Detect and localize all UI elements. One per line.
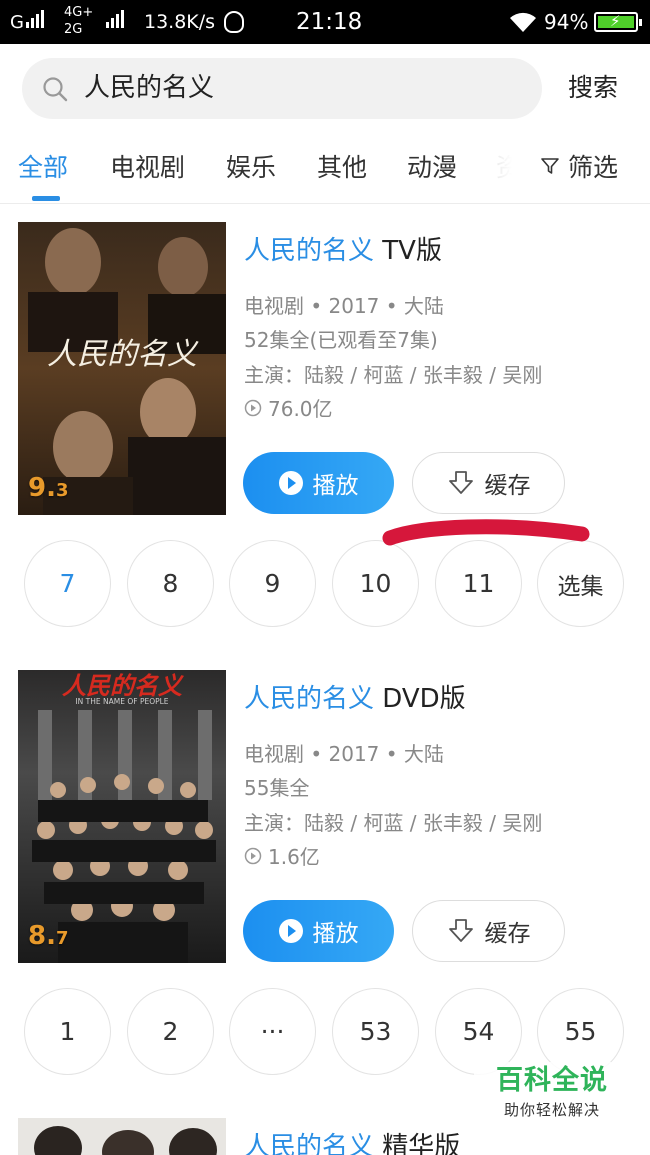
play-icon xyxy=(278,919,303,943)
cast-list: 主演：陆毅 / 柯蓝 / 张丰毅 / 吴刚 xyxy=(244,811,543,835)
poster-title: 人民的名义 xyxy=(62,671,184,700)
select-episode-button[interactable]: 选集 xyxy=(537,540,624,627)
play-button[interactable]: 播放 xyxy=(243,900,394,962)
tab-fade xyxy=(470,132,530,202)
tab-active-indicator xyxy=(32,196,60,201)
view-count: 1.6亿 xyxy=(244,841,320,870)
filter-label: 筛选 xyxy=(568,153,619,182)
status-bar: G 4G+ 2G 13.8K/s 21:18 94% ⚡ xyxy=(0,0,650,44)
signal-icon-2 xyxy=(106,8,124,28)
episode-info: 52集全(已观看至7集) xyxy=(244,328,438,352)
genre-year-region: 电视剧 • 2017 • 大陆 xyxy=(244,294,444,318)
search-bar: 搜索 xyxy=(0,44,650,132)
battery-percent: 94% xyxy=(544,10,589,34)
search-icon xyxy=(43,77,68,102)
episode-button[interactable]: 1 xyxy=(24,988,111,1075)
poster-art: 人民的名义 xyxy=(18,222,226,515)
play-button[interactable]: 播放 xyxy=(243,452,394,514)
category-tabs: 全部 电视剧 娱乐 其他 动漫 资 筛选 xyxy=(0,132,650,204)
play-count-icon xyxy=(244,399,262,416)
search-input[interactable] xyxy=(84,58,524,119)
search-button[interactable]: 搜索 xyxy=(568,68,618,104)
filter-button[interactable]: 筛选 xyxy=(540,148,618,184)
poster-art xyxy=(18,1118,226,1155)
poster-art: 人民的名义 IN THE NAME OF PEOPLE xyxy=(18,670,226,963)
poster-image[interactable]: 人民的名义 IN THE NAME OF PEOPLE 8.7 xyxy=(18,670,226,963)
qq-icon xyxy=(224,11,244,33)
wifi-icon xyxy=(510,12,536,32)
result-title[interactable]: 人民的名义 精华版 xyxy=(244,1126,460,1155)
tab-other[interactable]: 其他 xyxy=(317,148,367,184)
download-icon xyxy=(448,471,473,494)
episode-button[interactable]: 7 xyxy=(24,540,111,627)
tab-all[interactable]: 全部 xyxy=(18,148,68,184)
cast-list: 主演：陆毅 / 柯蓝 / 张丰毅 / 吴刚 xyxy=(244,363,543,387)
play-count-icon xyxy=(244,847,262,864)
signal-icon xyxy=(26,8,44,28)
episode-button[interactable]: 11 xyxy=(435,540,522,627)
network-type-1: G xyxy=(10,12,24,33)
red-annotation-stroke xyxy=(382,519,590,546)
poster-image[interactable] xyxy=(18,1118,226,1155)
watermark-logo: 百科全说 助你轻松解决 xyxy=(474,1062,630,1130)
episode-button[interactable]: 10 xyxy=(332,540,419,627)
result-title[interactable]: 人民的名义 TV版 xyxy=(244,230,442,267)
clock: 21:18 xyxy=(296,9,363,35)
episode-info: 55集全 xyxy=(244,776,310,800)
filter-icon xyxy=(541,158,559,174)
episode-button[interactable]: 53 xyxy=(332,988,419,1075)
poster-title: 人民的名义 xyxy=(47,337,199,372)
play-icon xyxy=(278,471,303,495)
result-title[interactable]: 人民的名义 DVD版 xyxy=(244,678,466,715)
view-count: 76.0亿 xyxy=(244,393,333,422)
cache-button[interactable]: 缓存 xyxy=(412,452,565,514)
poster-subtitle: IN THE NAME OF PEOPLE xyxy=(75,697,168,706)
episode-list: 7 8 9 10 11 选集 xyxy=(24,540,628,628)
tab-entertainment[interactable]: 娱乐 xyxy=(226,148,276,184)
genre-year-region: 电视剧 • 2017 • 大陆 xyxy=(244,742,444,766)
rating: 9.3 xyxy=(28,473,69,503)
episode-button[interactable]: 2 xyxy=(127,988,214,1075)
watermark-brand: 百科全说 xyxy=(496,1065,608,1096)
episode-button[interactable]: 8 xyxy=(127,540,214,627)
episode-ellipsis-button[interactable]: ··· xyxy=(229,988,316,1075)
tab-tv-series[interactable]: 电视剧 xyxy=(110,148,185,184)
watermark-slogan: 助你轻松解决 xyxy=(503,1101,600,1119)
rating: 8.7 xyxy=(28,921,69,951)
tab-anime[interactable]: 动漫 xyxy=(407,148,457,184)
battery-icon: ⚡ xyxy=(594,12,642,32)
network-type-2: 4G+ 2G xyxy=(64,5,94,37)
cache-button[interactable]: 缓存 xyxy=(412,900,565,962)
network-speed: 13.8K/s xyxy=(144,11,216,33)
poster-image[interactable]: 人民的名义 9.3 xyxy=(18,222,226,515)
search-box[interactable] xyxy=(22,58,542,119)
episode-button[interactable]: 9 xyxy=(229,540,316,627)
download-icon xyxy=(448,919,473,942)
